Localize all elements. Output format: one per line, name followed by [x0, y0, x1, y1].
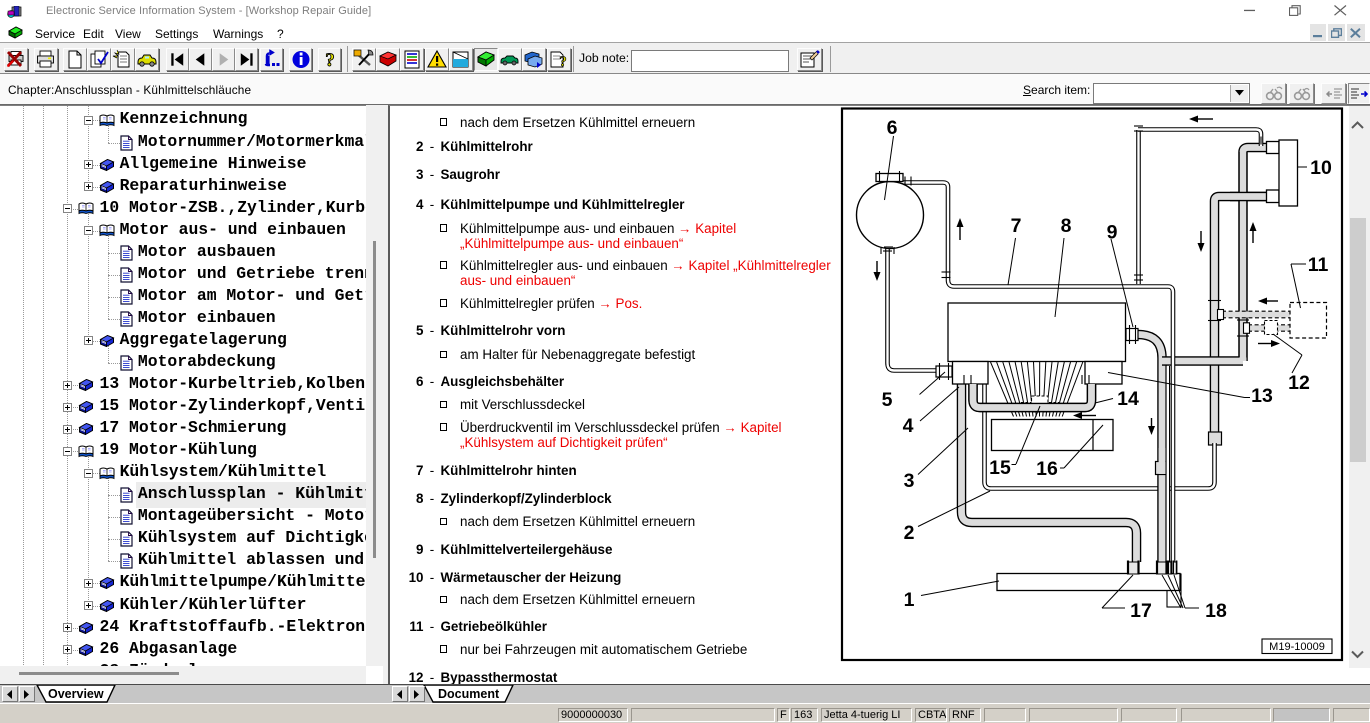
svg-text:6: 6: [887, 117, 898, 139]
svg-text:18: 18: [1205, 600, 1227, 622]
svg-text:2: 2: [904, 522, 915, 544]
svg-text:M19-10009: M19-10009: [1269, 641, 1325, 653]
svg-text:15: 15: [989, 457, 1011, 479]
svg-text:10: 10: [1310, 157, 1332, 179]
svg-text:11: 11: [1308, 254, 1329, 276]
svg-text:7: 7: [1011, 215, 1022, 237]
svg-text:17: 17: [1130, 600, 1152, 622]
svg-text:?: ?: [325, 50, 335, 70]
svg-text:13: 13: [1251, 385, 1273, 407]
svg-text:8: 8: [1061, 215, 1072, 237]
svg-text:3: 3: [904, 470, 915, 492]
svg-text:14: 14: [1117, 388, 1139, 410]
svg-text:?: ?: [559, 54, 567, 70]
svg-text:5: 5: [882, 389, 893, 411]
svg-text:16: 16: [1036, 458, 1058, 480]
svg-text:12: 12: [1288, 372, 1310, 394]
svg-text:9: 9: [1107, 222, 1118, 244]
svg-text:1: 1: [904, 589, 915, 611]
svg-text:4: 4: [903, 415, 914, 437]
